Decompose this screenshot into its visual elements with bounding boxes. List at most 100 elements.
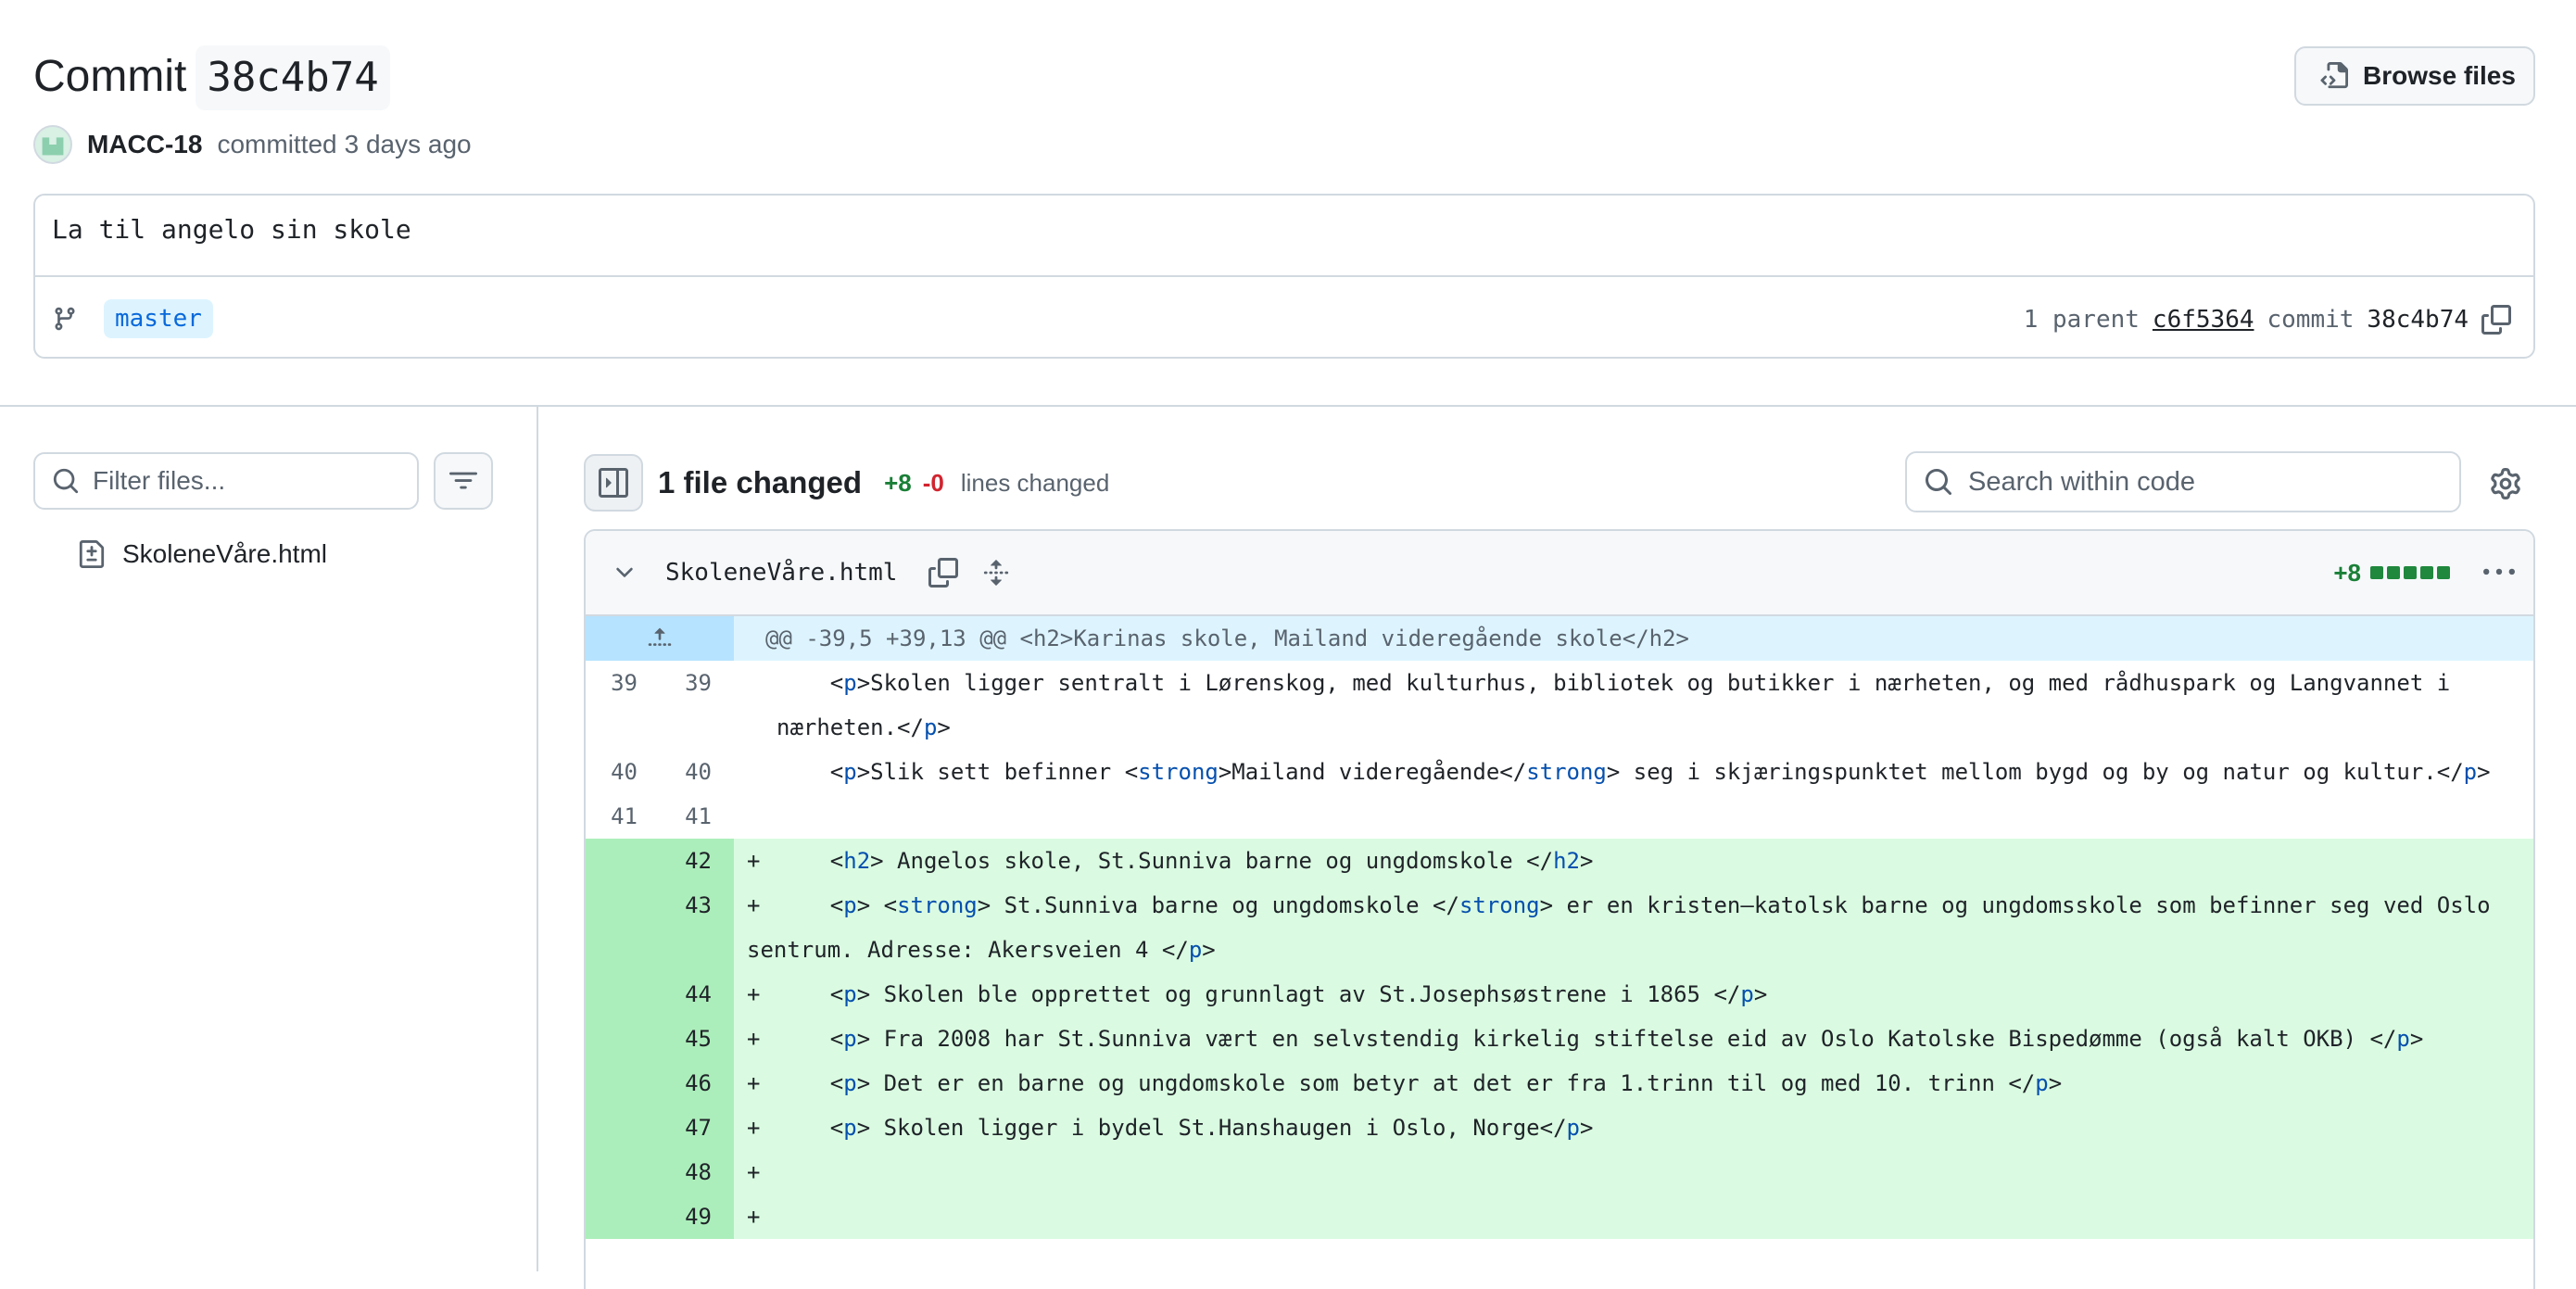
branch-label[interactable]: master [104,299,213,338]
search-within-code-input[interactable]: Search within code [1905,451,2461,512]
new-line-number[interactable]: 40 [660,750,734,794]
diff-added-line: 44+ <p> Skolen ble opprettet og grunnlag… [586,972,2533,1017]
commit-sha-title: 38c4b74 [196,45,389,110]
addition-marker: + [747,1061,777,1106]
code-line: + <p> Skolen ligger i bydel St.Hanshauge… [734,1106,2533,1150]
diff-added-line: 42+ <h2> Angelos skole, St.Sunniva barne… [586,839,2533,883]
hunk-header-row: @@ -39,5 +39,13 @@ <h2>Karinas skole, Ma… [586,616,2533,661]
new-line-number[interactable]: 46 [660,1061,734,1106]
unfold-icon[interactable] [982,559,1010,587]
old-line-number[interactable] [586,839,660,883]
code-line: + [734,1194,2533,1239]
new-line-number[interactable]: 41 [660,794,734,839]
old-line-number[interactable] [586,1194,660,1239]
author-action: committed [217,130,336,159]
browse-files-label: Browse files [2363,61,2516,91]
title-prefix: Commit [33,52,186,101]
sidebar-collapse-icon [599,468,628,498]
expand-up-button[interactable] [586,616,734,661]
diff-context-line: 3939 <p>Skolen ligger sentralt i Lørensk… [586,661,2533,750]
old-line-number[interactable] [586,1017,660,1061]
filter-placeholder: Filter files... [93,466,225,496]
browse-files-button[interactable]: Browse files [2294,46,2535,106]
old-line-number[interactable] [586,1061,660,1106]
new-line-number[interactable]: 39 [660,661,734,750]
diffstat-block [2420,566,2433,579]
code-line: + <p> Fra 2008 har St.Sunniva vært en se… [734,1017,2533,1061]
diffstat-block [2387,566,2400,579]
toggle-sidebar-button[interactable] [584,454,643,512]
filter-files-input[interactable]: Filter files... [33,452,419,510]
code-line: + [734,1150,2533,1194]
old-line-number[interactable] [586,1150,660,1194]
new-line-number[interactable]: 47 [660,1106,734,1150]
branch-row: master [52,299,213,338]
diff-additions: +8 [2333,559,2361,588]
additions-count: +8 [884,469,912,498]
diff-file: SkoleneVåre.html +8 @@ -39,5 +39,13 @@ <… [584,529,2535,1289]
new-line-number[interactable]: 42 [660,839,734,883]
commit-message: La til angelo sin skole [52,214,411,245]
commit-time: 3 days ago [345,130,472,159]
parent-sha-link[interactable]: c6f5364 [2153,306,2254,334]
code-line: + <p> Det er en barne og ungdomskole som… [734,1061,2533,1106]
commit-meta: 1 parent c6f5364 commit 38c4b74 [2024,299,2511,340]
diff-header-left: SkoleneVåre.html [612,531,1010,614]
diff-header-right: +8 [2333,531,2515,614]
git-branch-icon [52,306,78,332]
code-line: <p>Slik sett befinner <strong>Mailand vi… [734,750,2533,794]
deletions-count: -0 [923,469,944,498]
old-line-number[interactable]: 41 [586,794,660,839]
addition-marker: + [747,883,777,928]
code-line: + <p> Skolen ble opprettet og grunnlagt … [734,972,2533,1017]
diff-added-line: 46+ <p> Det er en barne og ungdomskole s… [586,1061,2533,1106]
old-line-number[interactable] [586,883,660,972]
gear-icon [2490,468,2521,499]
diffstat-block [2437,566,2450,579]
new-line-number[interactable]: 44 [660,972,734,1017]
diffstat-bar [2370,566,2450,579]
old-line-number[interactable] [586,1106,660,1150]
filter-icon [449,467,477,495]
kebab-horizontal-icon[interactable] [2483,557,2515,588]
parent-count: 1 parent [2024,306,2140,334]
new-line-number[interactable]: 48 [660,1150,734,1194]
commit-message-box: La til angelo sin skole master 1 parent … [33,194,2535,359]
fold-up-icon [647,626,673,651]
avatar[interactable] [33,125,72,164]
copy-icon[interactable] [928,558,958,588]
copy-icon[interactable] [2481,305,2511,335]
diff-added-line: 47+ <p> Skolen ligger i bydel St.Hanshau… [586,1106,2533,1150]
files-changed-summary: 1 file changed +8 -0 lines changed [658,460,1109,506]
file-code-icon [2320,62,2348,90]
chevron-down-icon[interactable] [612,560,638,586]
commit-label: commit [2267,306,2355,334]
diff-file-header: SkoleneVåre.html +8 [586,531,2533,616]
lines-changed-label: lines changed [961,469,1109,498]
code-line: + <p> <strong> St.Sunniva barne og ungdo… [734,883,2533,972]
avatar-identicon [35,127,70,162]
diff-settings-button[interactable] [2483,461,2528,506]
old-line-number[interactable]: 39 [586,661,660,750]
divider [35,275,2533,277]
code-line: <p>Skolen ligger sentralt i Lørenskog, m… [734,661,2533,750]
author-line: MACC-18 committed 3 days ago [33,122,472,167]
old-line-number[interactable]: 40 [586,750,660,794]
new-line-number[interactable]: 45 [660,1017,734,1061]
old-line-number[interactable] [586,972,660,1017]
author-name[interactable]: MACC-18 [87,130,202,159]
file-tree-item[interactable]: SkoleneVåre.html [78,532,327,576]
files-changed-count: 1 file changed [658,465,862,500]
new-line-number[interactable]: 49 [660,1194,734,1239]
diffstat-block [2370,566,2383,579]
code-line [734,794,2533,839]
filter-options-button[interactable] [434,452,493,510]
search-placeholder: Search within code [1968,467,2195,498]
diff-added-line: 45+ <p> Fra 2008 har St.Sunniva vært en … [586,1017,2533,1061]
diff-filename[interactable]: SkoleneVåre.html [665,559,897,587]
new-line-number[interactable]: 43 [660,883,734,972]
diff-context-line: 4141 [586,794,2533,839]
addition-marker: + [747,972,777,1017]
search-icon [52,467,80,495]
diff-context-line: 4040 <p>Slik sett befinner <strong>Maila… [586,750,2533,794]
